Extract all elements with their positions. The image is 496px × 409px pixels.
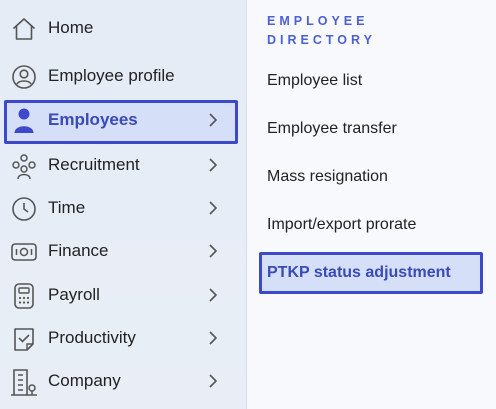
sidebar-item-label: Home [48, 18, 94, 37]
chevron-right-icon [206, 157, 220, 173]
people-group-icon [10, 152, 38, 180]
sidebar-item-payroll[interactable]: Payroll [4, 276, 238, 314]
sidebar-item-productivity[interactable]: Productivity [4, 319, 238, 357]
home-icon [10, 15, 38, 43]
user-circle-icon [10, 63, 38, 91]
money-icon [10, 238, 38, 266]
sidebar-item-time[interactable]: Time [4, 189, 238, 227]
sidebar-item-company[interactable]: Company [4, 362, 238, 400]
sidebar-item-employee-profile[interactable]: Employee profile [4, 57, 238, 95]
sidebar-item-label: Employee profile [48, 66, 175, 85]
chevron-right-icon [206, 112, 220, 128]
sidebar-item-label: Productivity [48, 328, 136, 347]
chevron-right-icon [206, 243, 220, 259]
sidebar-item-finance[interactable]: Finance [4, 232, 238, 270]
submenu-panel [247, 0, 496, 409]
sidebar-item-label: Payroll [48, 285, 100, 304]
calculator-icon [10, 282, 38, 310]
sidebar-item-label: Finance [48, 241, 109, 260]
submenu-section-title: EMPLOYEE DIRECTORY [267, 12, 376, 50]
sidebar-item-label: Recruitment [48, 155, 140, 174]
chevron-right-icon [206, 330, 220, 346]
submenu-item-import-export-prorate[interactable]: Import/export prorate [267, 216, 416, 234]
chevron-right-icon [206, 287, 220, 303]
sidebar-item-employees[interactable]: Employees [4, 100, 238, 144]
sidebar-item-label: Company [48, 371, 121, 390]
sidebar-item-label: Time [48, 198, 86, 217]
sidebar: Home Employee profile Employees Recruitm… [0, 0, 246, 409]
submenu-item-employee-list[interactable]: Employee list [267, 72, 362, 90]
section-title-line: EMPLOYEE [267, 14, 369, 28]
person-icon [10, 107, 38, 135]
checklist-icon [10, 325, 38, 353]
submenu-item-ptkp-status-adjustment[interactable]: PTKP status adjustment [259, 252, 483, 294]
sidebar-item-label: Employees [48, 110, 138, 129]
submenu-item-employee-transfer[interactable]: Employee transfer [267, 120, 397, 138]
submenu-item-mass-resignation[interactable]: Mass resignation [267, 168, 388, 186]
chevron-right-icon [206, 373, 220, 389]
clock-icon [10, 195, 38, 223]
section-title-line: DIRECTORY [267, 33, 376, 47]
sidebar-item-recruitment[interactable]: Recruitment [4, 146, 238, 184]
sidebar-item-home[interactable]: Home [4, 9, 238, 47]
building-icon [10, 368, 38, 396]
chevron-right-icon [206, 200, 220, 216]
